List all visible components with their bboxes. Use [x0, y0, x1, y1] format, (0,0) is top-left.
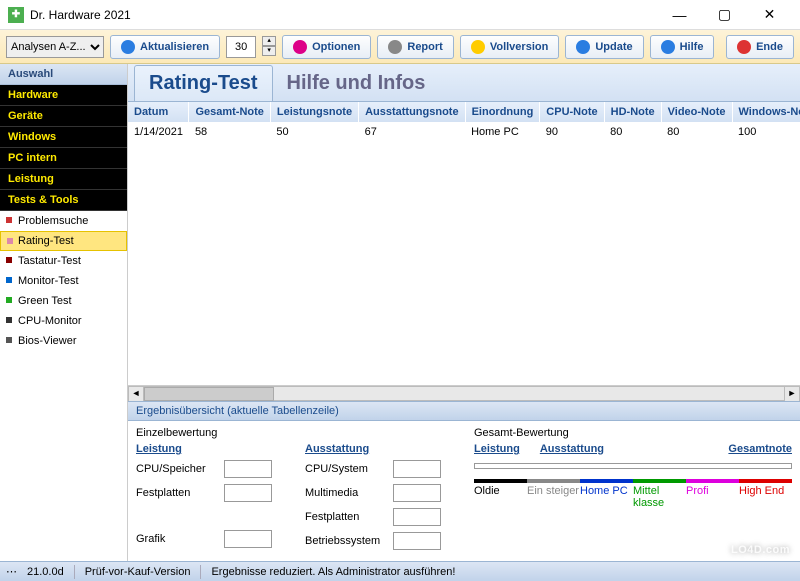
report-icon [388, 40, 402, 54]
col-leistung[interactable]: Leistungsnote [270, 102, 358, 122]
sidebar-item-biosviewer[interactable]: Bios-Viewer [0, 331, 127, 351]
sidebar-cat-leistung[interactable]: Leistung [0, 169, 127, 190]
col-windows[interactable]: Windows-Note [732, 102, 800, 122]
report-button[interactable]: Report [377, 35, 453, 59]
close-button[interactable]: ✕ [747, 0, 792, 30]
sidebar: Auswahl Hardware Geräte Windows PC inter… [0, 64, 128, 561]
window-title: Dr. Hardware 2021 [30, 8, 657, 22]
box-cpu-speicher [224, 460, 272, 478]
sidebar-cat-tests[interactable]: Tests & Tools [0, 190, 127, 211]
detail-header: Ergebnisübersicht (aktuelle Tabellenzeil… [128, 401, 800, 421]
status-msg: Ergebnisse reduziert. Als Administrator … [211, 566, 455, 578]
col-cpu[interactable]: CPU-Note [540, 102, 604, 122]
box-multimedia [393, 484, 441, 502]
sidebar-item-greentest[interactable]: Green Test [0, 291, 127, 311]
sidebar-cat-geraete[interactable]: Geräte [0, 106, 127, 127]
minimize-button[interactable]: — [657, 0, 702, 30]
result-table: Datum Gesamt-Note Leistungsnote Ausstatt… [128, 102, 800, 142]
status-dots: ⋯ [6, 565, 17, 578]
update-icon [576, 40, 590, 54]
table-row[interactable]: 1/14/2021 58 50 67 Home PC 90 80 80 100 … [128, 122, 800, 142]
col-datum[interactable]: Datum [128, 102, 189, 122]
fullversion-button[interactable]: Vollversion [460, 35, 559, 59]
sidebar-item-monitortest[interactable]: Monitor-Test [0, 271, 127, 291]
status-version: 21.0.0d [27, 566, 64, 578]
sidebar-cat-windows[interactable]: Windows [0, 127, 127, 148]
interval-spinbox[interactable] [226, 36, 256, 58]
app-icon: ✚ [8, 7, 24, 23]
help-button[interactable]: Hilfe [650, 35, 715, 59]
sidebar-cat-hardware[interactable]: Hardware [0, 85, 127, 106]
exit-icon [737, 40, 751, 54]
col-gesamt[interactable]: Gesamt-Note [189, 102, 270, 122]
box-grafik [224, 530, 272, 548]
analyses-dropdown[interactable]: Analysen A-Z... [6, 36, 104, 58]
detail-einzelbewertung: Einzelbewertung Leistung CPU/Speicher Fe… [136, 425, 454, 553]
detail-gesamtbewertung: Gesamt-Bewertung Leistung Ausstattung Ge… [474, 425, 792, 553]
rating-legend: Oldie Ein steiger Home PC Mittel klasse … [474, 479, 792, 509]
sidebar-item-cpumonitor[interactable]: CPU-Monitor [0, 311, 127, 331]
col-video[interactable]: Video-Note [661, 102, 732, 122]
refresh-icon [121, 40, 135, 54]
scroll-thumb[interactable] [144, 387, 274, 401]
table-empty-area [128, 142, 800, 385]
scroll-right-arrow[interactable]: ► [784, 386, 800, 402]
sidebar-cat-pcintern[interactable]: PC intern [0, 148, 127, 169]
help-icon [661, 40, 675, 54]
box-festplatten2 [393, 508, 441, 526]
spin-arrows[interactable]: ▴▾ [262, 36, 276, 58]
toolbar: Analysen A-Z... Aktualisieren ▴▾ Optione… [0, 30, 800, 64]
sidebar-header: Auswahl [0, 64, 127, 85]
maximize-button[interactable]: ▢ [702, 0, 747, 30]
detail-pane: Einzelbewertung Leistung CPU/Speicher Fe… [128, 421, 800, 561]
status-edition: Prüf-vor-Kauf-Version [85, 566, 191, 578]
box-os [393, 532, 441, 550]
tab-hilfe[interactable]: Hilfe und Infos [273, 66, 440, 101]
col-ausstattung[interactable]: Ausstattungsnote [359, 102, 466, 122]
horizontal-scrollbar[interactable]: ◄ ► [128, 385, 800, 401]
content-area: Rating-Test Hilfe und Infos Datum Gesamt… [128, 64, 800, 561]
options-button[interactable]: Optionen [282, 35, 371, 59]
end-button[interactable]: Ende [726, 35, 794, 59]
rating-bar [474, 463, 792, 469]
scroll-left-arrow[interactable]: ◄ [128, 386, 144, 402]
sidebar-item-problemsuche[interactable]: Problemsuche [0, 211, 127, 231]
main-area: Auswahl Hardware Geräte Windows PC inter… [0, 64, 800, 561]
titlebar: ✚ Dr. Hardware 2021 — ▢ ✕ [0, 0, 800, 30]
key-icon [471, 40, 485, 54]
update-button[interactable]: Update [565, 35, 643, 59]
statusbar: ⋯ 21.0.0d Prüf-vor-Kauf-Version Ergebnis… [0, 561, 800, 581]
sidebar-item-ratingtest[interactable]: Rating-Test [0, 231, 127, 251]
content-tabs: Rating-Test Hilfe und Infos [128, 64, 800, 102]
col-einordnung[interactable]: Einordnung [465, 102, 540, 122]
box-cpu-system [393, 460, 441, 478]
tab-ratingtest[interactable]: Rating-Test [134, 65, 273, 101]
refresh-button[interactable]: Aktualisieren [110, 35, 220, 59]
box-festplatten [224, 484, 272, 502]
sidebar-item-tastaturtest[interactable]: Tastatur-Test [0, 251, 127, 271]
col-hd[interactable]: HD-Note [604, 102, 661, 122]
options-icon [293, 40, 307, 54]
